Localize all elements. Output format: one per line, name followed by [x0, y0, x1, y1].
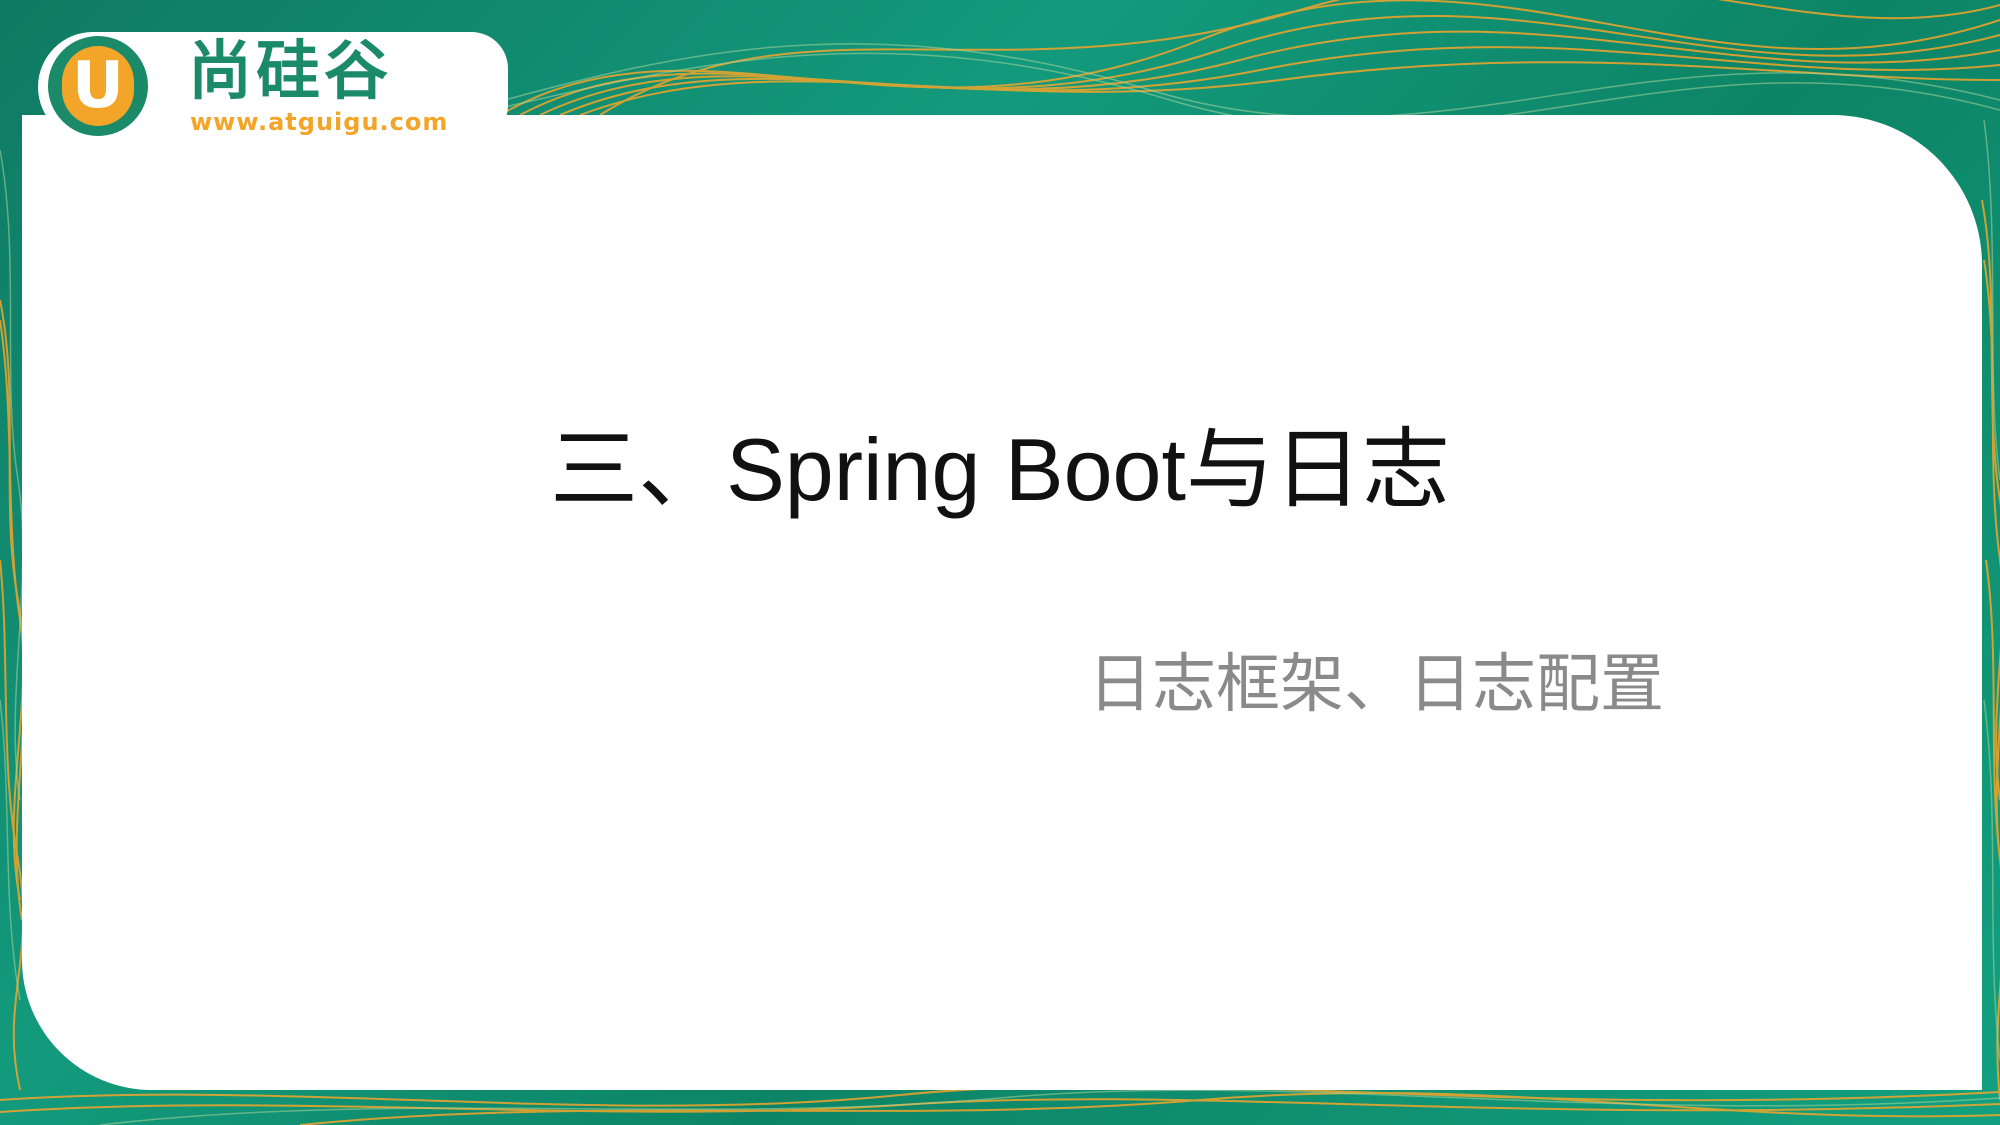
slide-title: 三、Spring Boot与日志 — [550, 420, 1450, 519]
logo-url: www.atguigu.com — [190, 108, 449, 136]
logo-name: 尚硅谷 — [188, 35, 392, 109]
brand-logo: U 尚硅谷 www.atguigu.com — [38, 28, 508, 148]
slide-subtitle: 日志框架、日志配置 — [1088, 648, 1664, 722]
logo-emblem-inner: U — [62, 46, 134, 126]
logo-mark: U — [72, 49, 124, 123]
content-card — [22, 115, 1982, 1090]
slide: U 尚硅谷 www.atguigu.com 三、Spring Boot与日志 日… — [0, 0, 2000, 1125]
logo-emblem: U — [48, 36, 148, 136]
